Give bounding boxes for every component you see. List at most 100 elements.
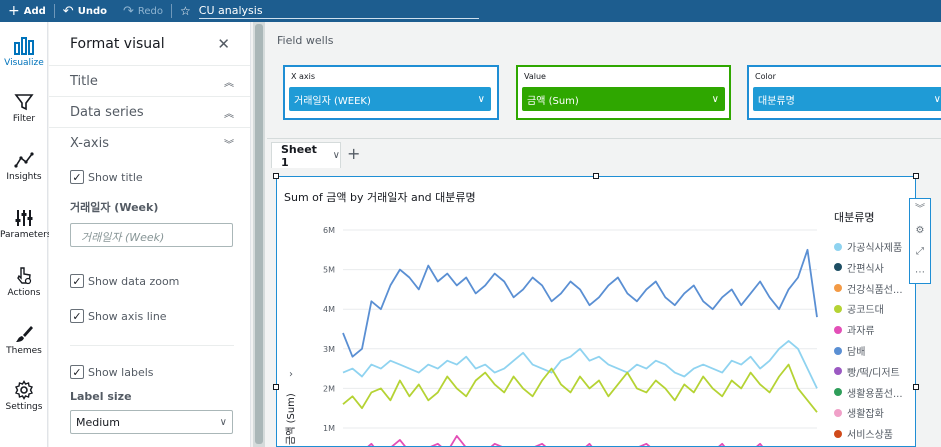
series-line[interactable] bbox=[342, 248, 818, 358]
x-axis-field-pill[interactable]: 거래일자 (WEEK) ∨ bbox=[289, 87, 491, 111]
chevron-down-icon: ∨ bbox=[933, 93, 941, 105]
legend-label: 생활잡화 bbox=[847, 409, 884, 421]
nav-actions[interactable]: Actions bbox=[0, 266, 48, 298]
analysis-title[interactable]: CU analysis bbox=[198, 4, 479, 19]
value-well-label: Value bbox=[524, 72, 546, 81]
legend-item[interactable]: 담배 bbox=[834, 343, 865, 358]
nav-filter[interactable]: Filter bbox=[0, 92, 48, 124]
y-tick-label: 5M bbox=[323, 266, 335, 275]
tab-sheet-1[interactable]: Sheet 1 ∨ bbox=[271, 142, 341, 169]
field-wells-title: Field wells bbox=[277, 34, 334, 47]
color-well[interactable]: Color 대분류명 ∨ bbox=[747, 65, 941, 120]
chevron-down-icon: ∨ bbox=[711, 93, 719, 105]
undo-button[interactable]: ↶ Undo bbox=[55, 0, 115, 22]
resize-handle[interactable] bbox=[593, 173, 599, 179]
redo-button[interactable]: ↷ Redo bbox=[115, 0, 171, 22]
collapse-icon[interactable]: ︾ bbox=[910, 199, 930, 220]
show-labels-checkbox[interactable]: ✓ Show labels bbox=[70, 365, 154, 379]
show-axis-line-checkbox[interactable]: ✓ Show axis line bbox=[70, 309, 167, 323]
show-data-zoom-checkbox[interactable]: ✓ Show data zoom bbox=[70, 274, 179, 288]
nav-actions-label: Actions bbox=[7, 288, 41, 298]
color-field-value: 대분류명 bbox=[758, 95, 795, 107]
scrollbar-thumb[interactable] bbox=[255, 24, 263, 444]
nav-visualize-label: Visualize bbox=[4, 58, 44, 68]
legend-item[interactable]: 간편식사 bbox=[834, 260, 884, 275]
checkmark-icon: ✓ bbox=[70, 365, 84, 379]
legend-label: 과자류 bbox=[847, 326, 875, 338]
value-well[interactable]: Value 금액 (Sum) ∨ bbox=[516, 65, 731, 120]
top-toolbar: + Add ↶ Undo ↷ Redo ☆ CU analysis bbox=[0, 0, 941, 22]
series-line[interactable] bbox=[343, 434, 817, 446]
legend-swatch bbox=[834, 325, 842, 334]
value-field-pill[interactable]: 금액 (Sum) ∨ bbox=[522, 87, 725, 111]
show-title-label: Show title bbox=[88, 170, 143, 184]
legend-item[interactable]: 생활용품선... bbox=[834, 385, 903, 400]
legend-item[interactable]: 빵/떡/디저트 bbox=[834, 364, 900, 379]
line-chart-visual[interactable]: Sum of 금액 by 거래일자 and 대분류명 6M 5M 4M 3M 2M 1M 금… bbox=[276, 176, 916, 447]
bar-chart-icon bbox=[14, 37, 34, 55]
legend-label: 서비스상품 bbox=[847, 430, 893, 442]
legend-item[interactable]: 건강식품선... bbox=[834, 281, 903, 296]
x-axis-well-label: X axis bbox=[291, 72, 316, 81]
section-title-label: Title bbox=[70, 73, 98, 89]
pointer-icon bbox=[17, 267, 32, 285]
nav-settings[interactable]: Settings bbox=[0, 380, 48, 412]
y-tick-label: 4M bbox=[323, 305, 335, 314]
parameters-icon bbox=[15, 210, 33, 226]
color-well-label: Color bbox=[755, 72, 776, 81]
plus-icon: + bbox=[8, 3, 20, 19]
nav-visualize[interactable]: Visualize bbox=[0, 34, 48, 68]
legend-item[interactable]: 서비스상품 bbox=[834, 426, 893, 441]
x-axis-well[interactable]: X axis 거래일자 (WEEK) ∨ bbox=[283, 65, 499, 120]
section-title[interactable]: Title ︽ bbox=[49, 66, 250, 97]
add-sheet-icon[interactable]: + bbox=[347, 144, 360, 163]
panel-scrollbar[interactable] bbox=[253, 22, 265, 447]
resize-handle[interactable] bbox=[273, 384, 279, 390]
y-axis-label: 금액 (Sum) bbox=[285, 393, 297, 445]
legend-label: 담배 bbox=[847, 347, 866, 358]
more-icon[interactable]: ⋯ bbox=[910, 262, 930, 283]
section-data-series[interactable]: Data series ︽ bbox=[49, 97, 250, 128]
star-icon[interactable]: ☆ bbox=[172, 4, 195, 18]
chevron-up-double-icon: ︽ bbox=[224, 77, 234, 89]
show-title-checkbox[interactable]: ✓ Show title bbox=[70, 170, 143, 184]
nav-parameters[interactable]: Parameters bbox=[0, 208, 52, 240]
y-tick-label: 6M bbox=[323, 226, 335, 235]
chevron-right-icon[interactable]: › bbox=[289, 369, 293, 380]
legend-item[interactable]: 공코드대 bbox=[834, 301, 884, 316]
add-button[interactable]: + Add bbox=[0, 0, 54, 22]
show-axis-line-label: Show axis line bbox=[88, 309, 167, 323]
resize-handle[interactable] bbox=[913, 384, 919, 390]
chevron-down-icon[interactable]: ∨ bbox=[333, 150, 340, 161]
label-size-select[interactable]: Medium ∨ bbox=[70, 410, 233, 434]
redo-icon: ↷ bbox=[122, 3, 134, 19]
undo-icon: ↶ bbox=[62, 3, 74, 19]
add-label: Add bbox=[23, 5, 46, 17]
gear-icon[interactable]: ⚙ bbox=[910, 220, 930, 241]
legend-item[interactable]: 과자류 bbox=[834, 322, 875, 337]
close-icon[interactable]: ✕ bbox=[217, 35, 230, 53]
y-tick-label: 2M bbox=[323, 384, 335, 393]
checkmark-icon: ✓ bbox=[70, 309, 84, 323]
checkmark-icon: ✓ bbox=[70, 274, 84, 288]
legend-item[interactable]: 가공식사제품 bbox=[834, 239, 902, 254]
insights-icon bbox=[14, 152, 34, 168]
nav-themes-label: Themes bbox=[6, 346, 42, 356]
resize-handle[interactable] bbox=[273, 173, 279, 179]
section-x-axis-label: X-axis bbox=[70, 136, 109, 151]
nav-themes[interactable]: Themes bbox=[0, 324, 48, 356]
axis-title-input[interactable]: 거래일자 (Week) bbox=[70, 223, 233, 247]
color-field-pill[interactable]: 대분류명 ∨ bbox=[753, 87, 941, 111]
resize-handle[interactable] bbox=[913, 173, 919, 179]
left-navigation: Visualize Filter Insights Parameters Act… bbox=[0, 22, 52, 447]
nav-settings-label: Settings bbox=[5, 402, 43, 412]
gear-icon bbox=[15, 380, 33, 400]
legend-item[interactable]: 생활잡화 bbox=[834, 405, 884, 420]
line-chart: 6M 5M 4M 3M 2M 1M 금액 (Sum) › bbox=[285, 226, 818, 446]
section-x-axis[interactable]: X-axis ︾ bbox=[49, 128, 250, 159]
label-size-value: Medium bbox=[76, 415, 120, 429]
y-tick-label: 3M bbox=[323, 345, 335, 354]
nav-insights-label: Insights bbox=[6, 172, 42, 182]
nav-insights[interactable]: Insights bbox=[0, 150, 48, 182]
expand-icon[interactable]: ⤢ bbox=[910, 241, 930, 262]
